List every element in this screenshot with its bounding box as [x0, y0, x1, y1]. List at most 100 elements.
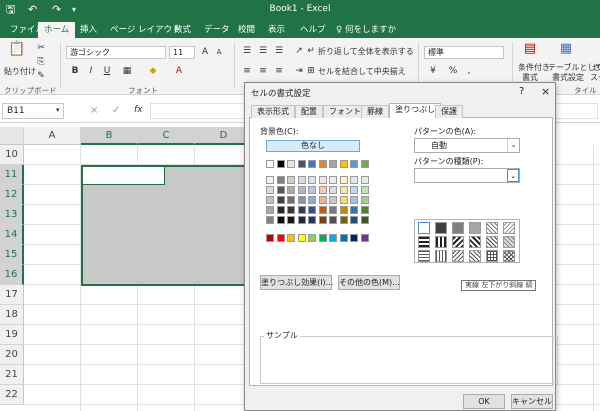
increase-font-icon[interactable]: A — [198, 45, 212, 59]
format-as-table-label-2[interactable]: 書式設定 — [552, 72, 584, 83]
copy-icon[interactable]: ⎘ — [34, 55, 48, 69]
row-header[interactable]: 17 — [0, 285, 24, 305]
tell-me-box[interactable]: ♀ 何をしますか — [330, 22, 402, 38]
color-swatch[interactable] — [287, 206, 295, 214]
standard-color-swatch[interactable] — [297, 234, 306, 242]
tab-help[interactable]: ヘルプ — [294, 22, 332, 38]
tab-formulas[interactable]: 数式 — [168, 22, 197, 38]
decrease-font-icon[interactable]: A — [212, 45, 226, 59]
wrap-text-button[interactable]: 折り返して全体を表示する — [318, 46, 414, 57]
color-swatch[interactable] — [297, 206, 306, 214]
currency-icon[interactable]: ¥ — [426, 64, 440, 78]
color-swatch[interactable] — [329, 160, 337, 168]
align-top-icon[interactable]: ☰ — [240, 44, 254, 58]
color-swatch[interactable] — [360, 206, 369, 214]
color-swatch[interactable] — [350, 160, 358, 168]
color-swatch[interactable] — [287, 216, 295, 224]
color-swatch[interactable] — [329, 176, 337, 184]
name-box-dropdown-icon[interactable]: ▾ — [56, 106, 60, 114]
tab-number[interactable]: 表示形式 — [251, 105, 295, 118]
column-header[interactable]: B — [81, 127, 138, 145]
color-swatch[interactable] — [276, 186, 285, 194]
pattern-style-select[interactable]: ⌄ — [414, 168, 520, 183]
color-swatch[interactable] — [339, 176, 348, 184]
tab-border[interactable]: 罫線 — [361, 105, 389, 118]
row-header[interactable]: 16 — [0, 265, 24, 285]
select-all-corner[interactable] — [0, 127, 24, 145]
format-as-table-icon[interactable]: ▦ — [558, 42, 574, 58]
insert-function-icon[interactable]: fx — [134, 105, 143, 115]
pattern-swatch[interactable] — [452, 250, 464, 262]
color-swatch[interactable] — [329, 186, 337, 194]
paste-icon[interactable]: 📋 — [8, 42, 26, 62]
cut-icon[interactable]: ✂ — [34, 41, 48, 55]
tab-alignment[interactable]: 配置 — [295, 105, 323, 118]
pattern-swatch[interactable] — [486, 222, 498, 234]
color-swatch[interactable] — [329, 216, 337, 224]
align-bottom-icon[interactable]: ☰ — [272, 44, 286, 58]
standard-color-swatch[interactable] — [308, 234, 316, 242]
standard-color-swatch[interactable] — [318, 234, 327, 242]
color-swatch[interactable] — [276, 160, 285, 168]
tab-home[interactable]: ホーム — [38, 22, 76, 38]
color-swatch[interactable] — [318, 216, 327, 224]
color-swatch[interactable] — [339, 206, 348, 214]
bold-button[interactable]: B — [68, 64, 82, 78]
wrap-text-icon[interactable]: ↵ — [304, 44, 318, 58]
align-left-icon[interactable]: ≡ — [240, 64, 254, 78]
pattern-swatch[interactable] — [435, 236, 447, 248]
color-swatch[interactable] — [276, 216, 285, 224]
row-header[interactable]: 22 — [0, 385, 24, 405]
standard-color-swatch[interactable] — [329, 234, 337, 242]
merge-center-button[interactable]: セルを結合して中央揃え — [318, 66, 406, 77]
italic-button[interactable]: I — [84, 64, 98, 78]
cancel-button[interactable]: キャンセル — [511, 394, 553, 409]
row-header[interactable]: 12 — [0, 185, 24, 205]
row-header[interactable]: 14 — [0, 225, 24, 245]
merge-icon[interactable]: ⊞ — [304, 64, 318, 78]
pattern-swatch[interactable] — [486, 250, 498, 262]
no-color-button[interactable]: 色なし — [266, 140, 360, 152]
tab-fill[interactable]: 塗りつぶし — [389, 103, 442, 119]
underline-button[interactable]: U — [100, 64, 114, 78]
color-swatch[interactable] — [360, 186, 369, 194]
tab-data[interactable]: データ — [198, 22, 236, 38]
color-swatch[interactable] — [350, 216, 358, 224]
color-swatch[interactable] — [276, 206, 285, 214]
color-swatch[interactable] — [350, 206, 358, 214]
color-swatch[interactable] — [318, 206, 327, 214]
pattern-swatch[interactable] — [503, 250, 515, 262]
color-swatch[interactable] — [276, 196, 285, 204]
border-icon[interactable]: ▦ — [120, 64, 134, 78]
standard-color-swatch[interactable] — [276, 234, 285, 242]
color-swatch[interactable] — [360, 176, 369, 184]
color-swatch[interactable] — [287, 176, 295, 184]
color-swatch[interactable] — [276, 176, 285, 184]
color-swatch[interactable] — [266, 216, 274, 224]
pattern-swatch[interactable] — [452, 236, 464, 248]
standard-color-swatch[interactable] — [350, 234, 358, 242]
row-header[interactable]: 15 — [0, 245, 24, 265]
tab-protection[interactable]: 保護 — [435, 105, 463, 118]
color-swatch[interactable] — [287, 196, 295, 204]
tab-view[interactable]: 表示 — [262, 22, 291, 38]
align-middle-icon[interactable]: ☰ — [256, 44, 270, 58]
color-swatch[interactable] — [287, 186, 295, 194]
name-box[interactable]: B11 — [2, 103, 64, 119]
active-cell[interactable] — [81, 165, 165, 185]
color-swatch[interactable] — [329, 196, 337, 204]
color-swatch[interactable] — [297, 216, 306, 224]
align-center-icon[interactable]: ≡ — [256, 64, 270, 78]
pattern-swatch[interactable] — [486, 236, 498, 248]
font-color-icon[interactable]: A — [172, 64, 186, 78]
color-swatch[interactable] — [308, 186, 316, 194]
row-header[interactable]: 13 — [0, 205, 24, 225]
pattern-swatch[interactable] — [469, 250, 481, 262]
color-swatch[interactable] — [339, 160, 348, 168]
color-swatch[interactable] — [339, 186, 348, 194]
color-swatch[interactable] — [318, 160, 327, 168]
column-header[interactable]: A — [24, 127, 81, 145]
chevron-down-icon[interactable]: ⌄ — [507, 139, 519, 152]
standard-color-swatch[interactable] — [339, 234, 348, 242]
color-swatch[interactable] — [360, 160, 369, 168]
